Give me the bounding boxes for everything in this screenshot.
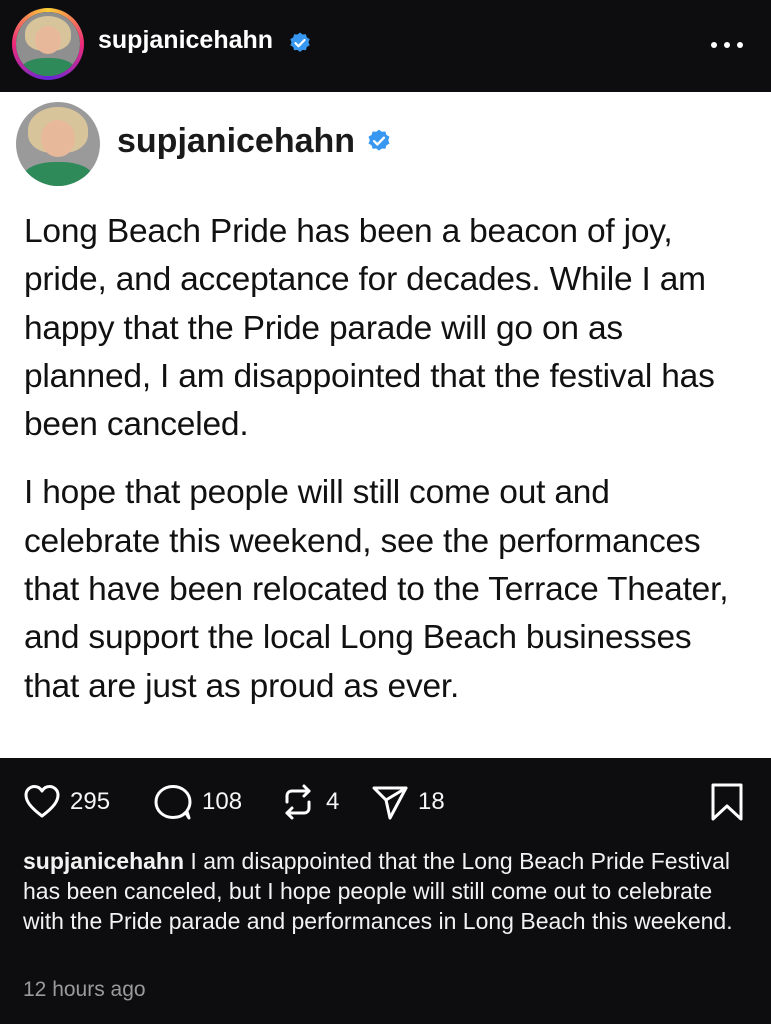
- post-avatar[interactable]: [16, 102, 100, 186]
- share-count: 18: [418, 788, 445, 815]
- post-paragraph: I hope that people will still come out a…: [24, 474, 729, 705]
- post-card: supjanicehahn Long Beach Pride has been …: [0, 92, 771, 758]
- paper-plane-icon: [372, 786, 408, 820]
- post-text: Long Beach Pride has been a beacon of jo…: [24, 208, 754, 711]
- post-header: supjanicehahn: [0, 0, 771, 92]
- comment-count: 108: [202, 788, 243, 815]
- bookmark-icon: [711, 783, 743, 821]
- like-button[interactable]: 295: [22, 782, 110, 822]
- verified-badge-icon: [368, 129, 390, 151]
- action-bar: 295 108 4 18: [0, 770, 771, 830]
- more-options-icon[interactable]: [707, 30, 747, 60]
- post-paragraph: Long Beach Pride has been a beacon of jo…: [24, 213, 715, 444]
- avatar: [16, 12, 80, 76]
- avatar-shirt: [22, 162, 94, 186]
- avatar-face: [35, 26, 61, 55]
- post-caption: supjanicehahn I am disappointed that the…: [23, 846, 753, 936]
- share-button[interactable]: 18: [370, 782, 445, 822]
- avatar-face: [41, 120, 75, 158]
- header-username[interactable]: supjanicehahn: [98, 26, 273, 55]
- save-button[interactable]: [709, 782, 745, 827]
- repost-icon: [285, 784, 311, 820]
- heart-icon: [24, 785, 60, 818]
- comment-button[interactable]: 108: [152, 782, 242, 822]
- verified-badge-icon: [290, 32, 310, 52]
- post-timestamp: 12 hours ago: [23, 978, 146, 1001]
- like-count: 295: [70, 788, 111, 815]
- repost-button[interactable]: 4: [278, 782, 339, 822]
- comment-bubble-icon: [154, 785, 192, 820]
- post-username[interactable]: supjanicehahn: [117, 122, 355, 161]
- story-avatar[interactable]: [12, 8, 84, 80]
- repost-count: 4: [326, 788, 340, 815]
- avatar-shirt: [21, 58, 75, 76]
- caption-username[interactable]: supjanicehahn: [23, 848, 184, 874]
